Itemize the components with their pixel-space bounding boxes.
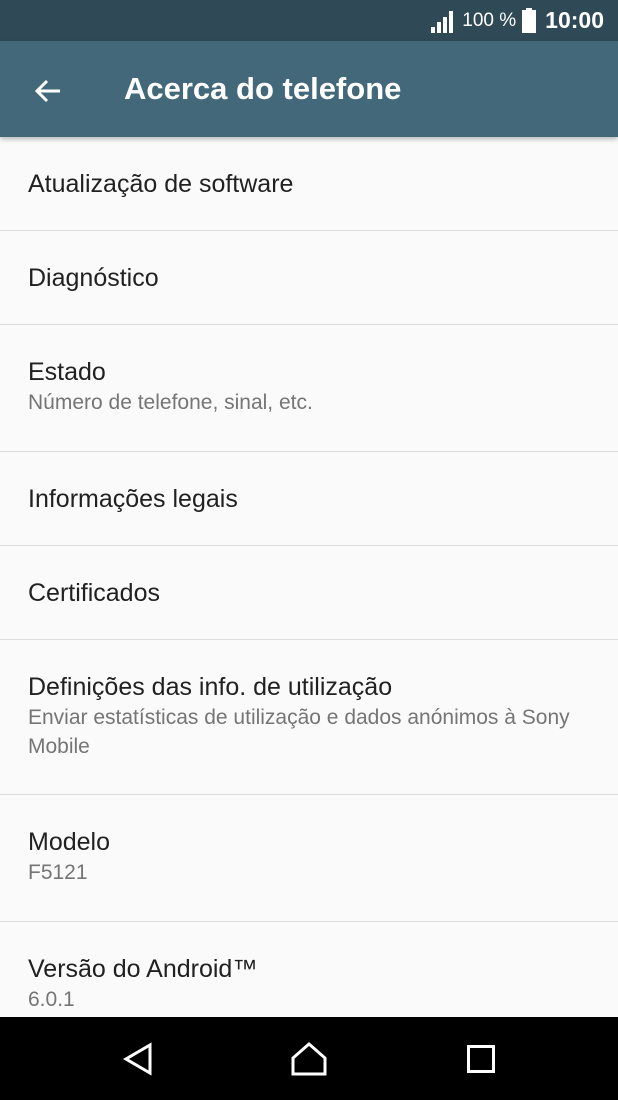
list-item-software-update[interactable]: Atualização de software: [0, 137, 618, 231]
list-item-usage-info-settings[interactable]: Definições das info. de utilização Envia…: [0, 640, 618, 795]
back-button[interactable]: [22, 65, 74, 117]
item-title: Definições das info. de utilização: [28, 673, 393, 701]
item-title: Modelo: [28, 828, 110, 856]
item-summary: F5121: [28, 861, 88, 884]
screen: 100 % 10:00 Acerca do telefone Atualizaç…: [0, 0, 618, 1100]
list-item-certificates[interactable]: Certificados: [0, 546, 618, 640]
battery-icon: [522, 8, 537, 33]
navigation-bar: [0, 1017, 618, 1100]
item-summary: Enviar estatísticas de utilização e dado…: [28, 706, 570, 758]
list-item-status[interactable]: Estado Número de telefone, sinal, etc.: [0, 325, 618, 452]
app-bar: Acerca do telefone: [0, 41, 618, 137]
item-summary: Número de telefone, sinal, etc.: [28, 391, 313, 414]
recents-square-icon: [467, 1045, 495, 1073]
arrow-back-icon: [34, 79, 60, 103]
item-title: Versão do Android™: [28, 955, 258, 983]
nav-back-button[interactable]: [114, 1035, 162, 1083]
status-indicators: 100 % 10:00: [430, 0, 604, 41]
nav-recents-button[interactable]: [457, 1035, 505, 1083]
list-item-diagnostics[interactable]: Diagnóstico: [0, 231, 618, 325]
item-title: Estado: [28, 358, 106, 386]
item-title: Atualização de software: [28, 170, 294, 198]
home-icon: [291, 1042, 327, 1076]
item-title: Diagnóstico: [28, 264, 159, 292]
item-title: Informações legais: [28, 485, 238, 513]
list-item-legal-info[interactable]: Informações legais: [0, 452, 618, 546]
nav-home-button[interactable]: [285, 1035, 333, 1083]
item-summary: 6.0.1: [28, 988, 75, 1011]
list-item-model[interactable]: Modelo F5121: [0, 795, 618, 922]
battery-percentage: 100 %: [462, 9, 517, 31]
status-bar: 100 % 10:00: [0, 0, 618, 41]
back-triangle-icon: [123, 1042, 152, 1076]
signal-icon: [431, 10, 454, 33]
settings-list: Atualização de software Diagnóstico Esta…: [0, 137, 618, 1049]
item-title: Certificados: [28, 579, 160, 607]
clock: 10:00: [545, 7, 604, 33]
page-title: Acerca do telefone: [124, 71, 402, 106]
